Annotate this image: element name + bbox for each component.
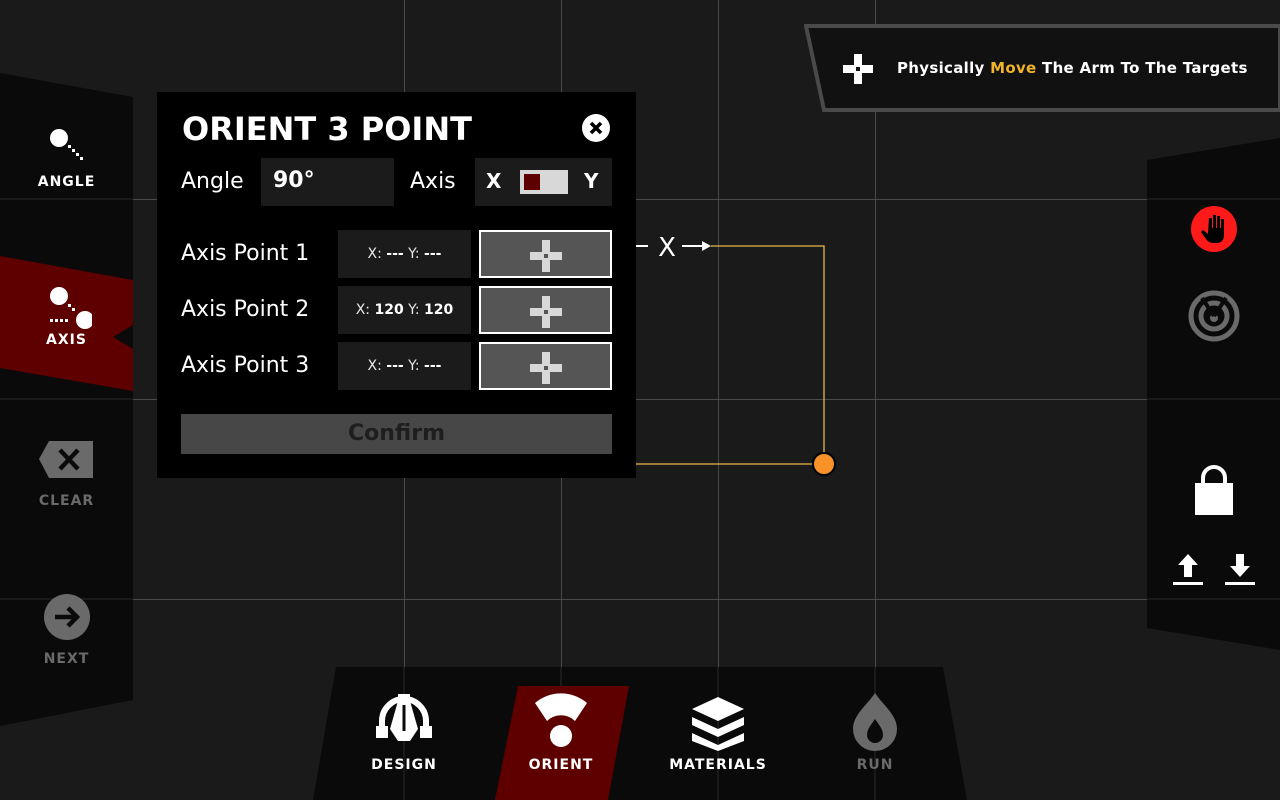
set-point-3-button[interactable] xyxy=(479,342,612,390)
next-arrow-icon xyxy=(43,594,90,640)
angle-input[interactable]: 90° xyxy=(261,158,394,206)
layers-icon xyxy=(692,697,744,751)
stop-hand-icon xyxy=(1191,206,1237,252)
axis-label: X xyxy=(658,233,676,263)
crosshair-target-icon xyxy=(530,240,562,272)
y-label: Y: xyxy=(408,358,420,374)
axis-label: Axis xyxy=(410,169,456,194)
clear-icon xyxy=(38,441,93,478)
crosshair-target-icon xyxy=(530,296,562,328)
toggle-knob[interactable] xyxy=(524,174,540,190)
instruction-text-part: The Arm To The Targets xyxy=(1036,59,1248,77)
sidebar-item-label: CLEAR xyxy=(38,493,95,509)
set-point-2-button[interactable] xyxy=(479,286,612,334)
axis-arrowhead xyxy=(702,241,711,251)
origin-point[interactable] xyxy=(812,452,836,476)
flame-icon xyxy=(853,693,897,751)
x-value: --- xyxy=(386,246,404,262)
axis-point-3-label: Axis Point 3 xyxy=(181,353,310,378)
y-value: --- xyxy=(424,246,442,262)
left-sidebar: ANGLE AXIS CLEAR NEXT xyxy=(0,0,133,800)
nav-tab-label: DESIGN xyxy=(371,757,437,773)
radar-button[interactable] xyxy=(1188,290,1240,346)
axis-toggle-x-label: X xyxy=(486,169,502,193)
sidebar-item-angle[interactable]: ANGLE xyxy=(0,126,133,190)
instruction-text: Physically Move The Arm To The Targets xyxy=(897,59,1248,77)
instruction-highlight: Move xyxy=(990,59,1037,77)
sidebar-item-label: NEXT xyxy=(43,651,90,667)
y-value: 120 xyxy=(424,302,454,318)
bottom-navigation: DESIGN ORIENT MATERIALS RUN xyxy=(313,667,967,800)
axis-toggle[interactable]: X Y xyxy=(475,158,612,206)
nav-tab-design[interactable]: DESIGN xyxy=(334,667,474,800)
confirm-button[interactable]: Confirm xyxy=(181,414,612,454)
y-label: Y: xyxy=(408,302,420,318)
design-pen-icon xyxy=(376,694,432,741)
x-label: X: xyxy=(367,246,382,262)
sidebar-item-next[interactable]: NEXT xyxy=(0,593,133,667)
nav-tab-run[interactable]: RUN xyxy=(805,667,945,800)
axis-point-2-label: Axis Point 2 xyxy=(181,297,310,322)
download-button[interactable] xyxy=(1224,552,1256,590)
instruction-banner: Physically Move The Arm To The Targets xyxy=(804,24,1280,112)
sidebar-item-axis[interactable]: AXIS xyxy=(0,284,133,348)
emergency-stop-button[interactable] xyxy=(1190,205,1238,257)
close-button[interactable] xyxy=(582,114,610,142)
axis-point-1-coords: X: --- Y: --- xyxy=(338,230,471,278)
x-label: X: xyxy=(355,302,371,318)
angle-label: Angle xyxy=(181,169,244,194)
x-label: X: xyxy=(367,358,382,374)
y-value: --- xyxy=(424,358,442,374)
axis-point-3-coords: X: --- Y: --- xyxy=(338,342,471,390)
toggle-track[interactable] xyxy=(520,170,568,194)
orient-icon xyxy=(535,693,587,747)
radar-icon xyxy=(1188,290,1240,342)
axis-point-2-coords: X: 120 Y: 120 xyxy=(338,286,471,334)
lock-icon xyxy=(1195,465,1233,515)
right-toolbar xyxy=(1147,138,1280,650)
nav-tab-materials[interactable]: MATERIALS xyxy=(648,667,788,800)
nav-tab-label: MATERIALS xyxy=(669,757,767,773)
x-value: 120 xyxy=(374,302,404,318)
nav-tab-label: RUN xyxy=(856,757,894,773)
crosshair-target-icon xyxy=(530,352,562,384)
axis-toggle-y-label: Y xyxy=(584,169,599,193)
axis-icon xyxy=(49,287,92,329)
axis-point-1-label: Axis Point 1 xyxy=(181,241,310,266)
upload-button[interactable] xyxy=(1172,552,1204,590)
dialog-title: ORIENT 3 POINT xyxy=(182,110,472,148)
instruction-text-part: Physically xyxy=(897,59,991,77)
download-icon xyxy=(1225,554,1255,585)
lock-button[interactable] xyxy=(1195,465,1233,519)
y-label: Y: xyxy=(408,246,420,262)
x-value: --- xyxy=(386,358,404,374)
sidebar-item-label: ANGLE xyxy=(37,174,96,190)
nav-tab-label: ORIENT xyxy=(528,757,594,773)
close-icon xyxy=(589,121,603,135)
sidebar-item-label: AXIS xyxy=(46,332,87,348)
crosshair-target-icon xyxy=(843,54,873,84)
orient-3-point-dialog: ORIENT 3 POINT Angle 90° Axis X Y Axis P… xyxy=(157,92,636,478)
sidebar-item-clear[interactable]: CLEAR xyxy=(0,441,133,509)
set-point-1-button[interactable] xyxy=(479,230,612,278)
angle-icon xyxy=(49,129,83,160)
path-line xyxy=(636,245,825,465)
nav-tab-orient[interactable]: ORIENT xyxy=(491,667,631,800)
upload-icon xyxy=(1173,554,1203,585)
